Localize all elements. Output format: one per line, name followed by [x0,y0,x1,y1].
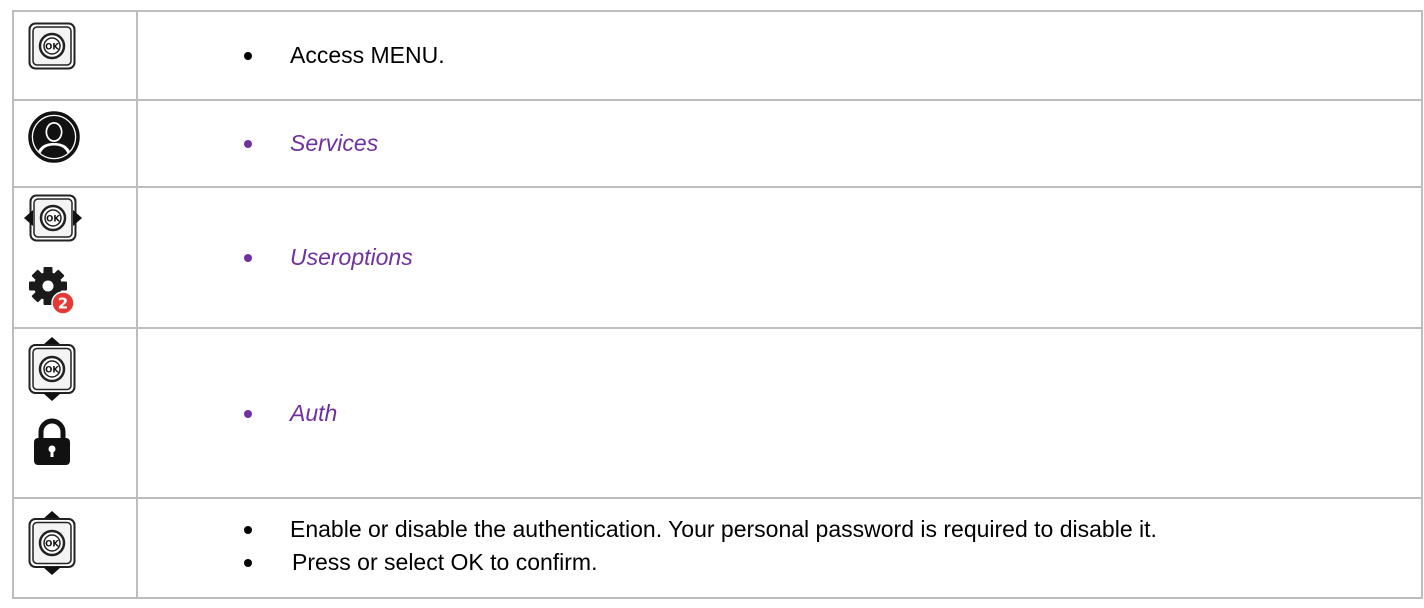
menu-item-text: Services [222,127,1421,160]
svg-text:OK: OK [45,43,59,53]
svg-text:OK: OK [45,366,59,376]
user-profile-icon [28,111,80,163]
step-row: OK 2 Useroptions [12,186,1423,329]
icon-cell [12,99,138,188]
step-text: Access MENU. [222,39,1421,72]
text-cell: Services [136,99,1423,188]
menu-item-text: Useroptions [222,241,1421,274]
step-text: Press or select OK to confirm. [222,546,1421,579]
menu-item-text: Auth [222,397,1421,430]
icon-cell: OK [12,186,138,329]
svg-text:OK: OK [45,540,59,550]
step-row: Services [12,99,1423,188]
padlock-icon [32,417,72,467]
navigator-up-down-icon: OK [28,511,76,575]
text-cell: Useroptions [136,186,1423,329]
step-text: Enable or disable the authentication. Yo… [222,513,1421,546]
text-cell: Access MENU. [136,10,1423,101]
step-row: OK Auth [12,327,1423,499]
instruction-table: OK Access MENU. Services OK 2 Useroption… [12,10,1423,599]
text-cell: Auth [136,327,1423,499]
icon-cell: OK [12,327,138,499]
svg-text:2: 2 [58,295,68,313]
step-row: OK Enable or disable the authentication.… [12,497,1423,599]
icon-cell: OK [12,10,138,101]
settings-gear-icon: 2 [28,266,76,316]
navigator-left-right-icon: OK [24,194,82,242]
notification-badge: 2 [51,291,75,315]
navigator-up-down-icon: OK [28,337,76,401]
step-row: OK Access MENU. [12,10,1423,101]
ok-key-icon: OK [28,22,76,70]
svg-text:OK: OK [46,215,60,225]
text-cell: Enable or disable the authentication. Yo… [136,497,1423,599]
icon-cell: OK [12,497,138,599]
